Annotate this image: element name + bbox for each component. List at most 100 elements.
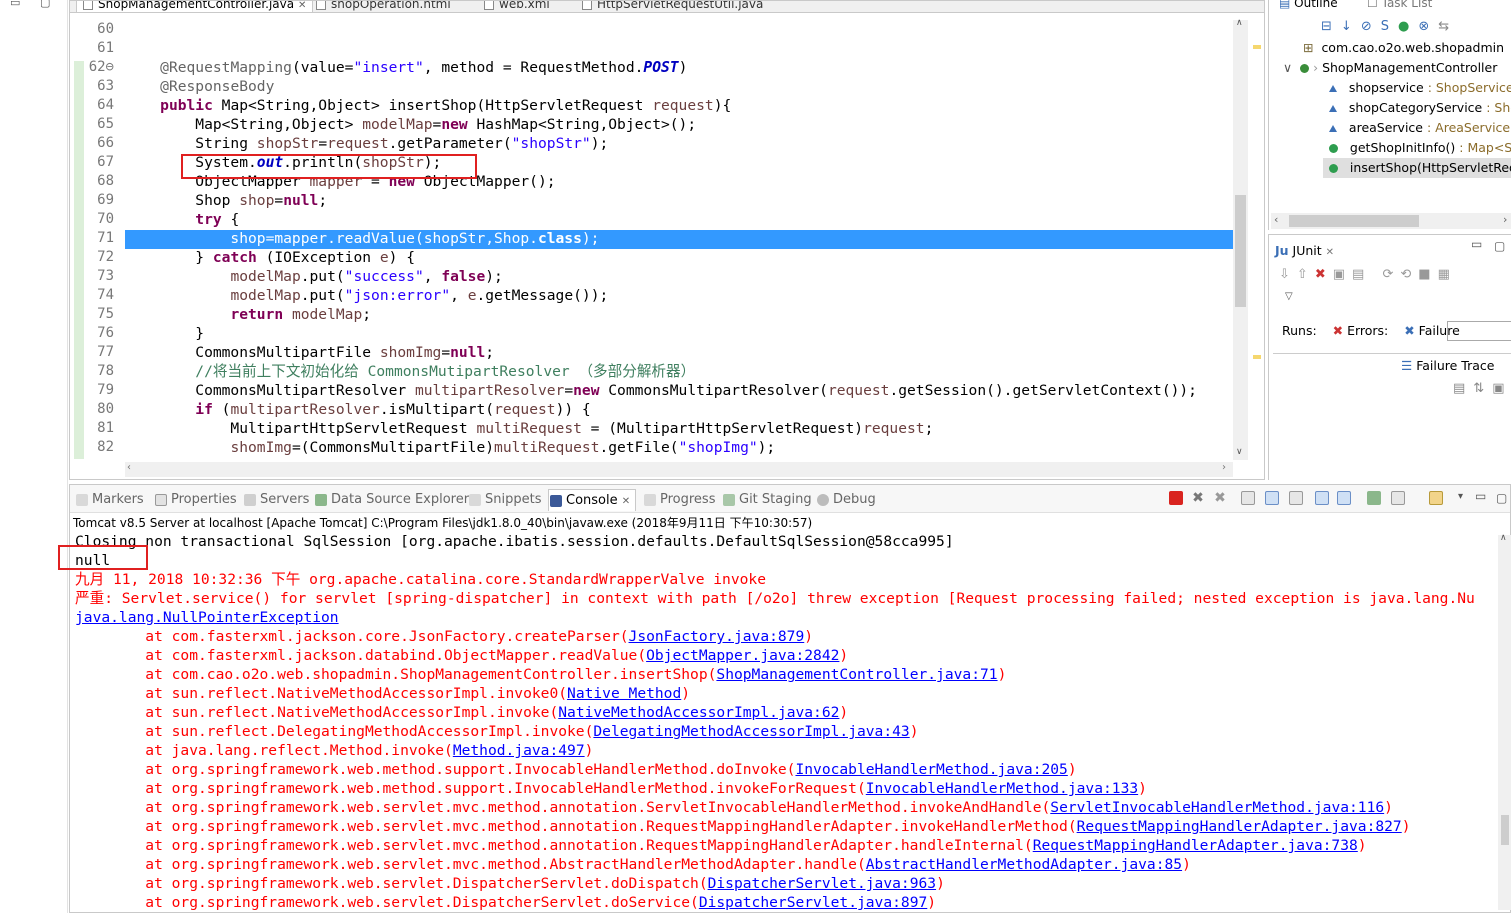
outline-item-field[interactable]: shopservice : ShopService [1329,78,1511,98]
code-line[interactable]: return modelMap; [125,305,371,324]
code-line[interactable]: CommonsMultipartFile shomImg=null; [125,343,494,362]
rerun-icon[interactable]: ⟳ [1382,267,1400,282]
collapse-all-icon[interactable]: ⊟ [1321,19,1341,34]
view-menu-icon[interactable]: ▽ [1285,291,1293,302]
close-icon[interactable]: ✕ [1326,247,1334,258]
minimize-icon[interactable]: ▭ [1475,489,1486,503]
scroll-thumb[interactable] [1501,815,1509,845]
tab-snippets[interactable]: Snippets [469,492,541,507]
source-link[interactable]: RequestMappingHandlerAdapter.java:827 [1077,818,1402,835]
tab-console[interactable]: Console ✕ [548,489,637,511]
link-editor-icon[interactable]: ⇆ [1438,19,1458,34]
code-line[interactable]: @RequestMapping(value="insert", method =… [125,58,687,77]
outline-item-method-selected[interactable]: insertShop(HttpServletRequ [1323,158,1511,178]
compare-icon[interactable]: ▤ [1453,381,1473,396]
scroll-lock-icon[interactable]: ▣ [1333,267,1352,282]
scroll-left-icon[interactable]: ‹ [1274,213,1278,226]
tab-junit[interactable]: Ju JUnit ✕ [1275,243,1334,258]
pin-console-icon[interactable] [1367,491,1381,505]
tab-shopmanagementcontroller[interactable]: ShopManagementController.java ✕ [76,1,314,12]
source-link[interactable]: RequestMappingHandlerAdapter.java:738 [1033,837,1358,854]
source-link[interactable]: InvocableHandlerMethod.java:133 [866,780,1138,797]
source-link[interactable]: DelegatingMethodAccessorImpl.java:43 [593,723,909,740]
tab-shopoperation-html[interactable]: shopOperation.html [316,1,451,12]
code-line[interactable]: @ResponseBody [125,77,274,96]
history-icon[interactable]: ▦ [1438,267,1457,282]
outline-horizontal-scrollbar[interactable]: ‹ › [1271,213,1511,229]
outline-class[interactable]: ∨ › ShopManagementController [1283,58,1497,78]
previous-failure-icon[interactable]: ⇧ [1297,267,1315,282]
java-editor[interactable]: ShopManagementController.java ✕ shopOper… [69,0,1265,480]
maximize-icon[interactable]: ▢ [1496,491,1507,505]
tab-httpservletrequestutil[interactable]: HttpServletRequestUtil.java [582,1,763,12]
rerun-failed-icon[interactable]: ⟲ [1400,267,1418,282]
code-line[interactable]: } [125,324,204,343]
source-link[interactable]: AbstractHandlerMethodAdapter.java:85 [866,856,1182,873]
scroll-up-icon[interactable]: ∧ [1236,18,1243,28]
outline-item-method[interactable]: getShopInitInfo() : Map<St [1329,138,1511,158]
show-on-stderr-icon[interactable] [1337,491,1351,505]
clear-console-icon[interactable] [1241,491,1255,505]
source-link[interactable]: DispatcherServlet.java:963 [708,875,936,892]
tab-data-source-explorer[interactable]: Data Source Explorer [315,492,469,507]
chevron-down-icon[interactable]: ∨ [1283,60,1292,75]
code-line[interactable]: public Map<String,Object> insertShop(Htt… [125,96,731,115]
maximize-icon[interactable]: ▢ [40,0,50,9]
tab-markers[interactable]: Markers [76,492,144,507]
close-icon[interactable]: ✕ [298,1,306,11]
outline-item-field[interactable]: areaService : AreaService [1329,118,1510,138]
minimize-icon[interactable]: ▭ [10,0,20,9]
tab-progress[interactable]: Progress [644,492,715,507]
scroll-down-icon[interactable]: ∨ [1236,447,1243,457]
scroll-right-icon[interactable]: › [1503,213,1507,226]
editor-horizontal-scrollbar[interactable]: ‹ › [125,462,1233,477]
code-line[interactable]: modelMap.put("success", false); [125,267,502,286]
console-vertical-scrollbar[interactable]: ∧ [1498,533,1511,910]
source-link[interactable]: Method.java:497 [453,742,585,759]
hide-local-types-icon[interactable]: ⊗ [1418,19,1438,34]
code-line[interactable]: String shopStr=request.getParameter("sho… [125,134,608,153]
hide-nonpublic-icon[interactable]: ● [1398,19,1418,34]
layout-icon[interactable]: ▤ [1352,267,1371,282]
outline-package[interactable]: ⊞ com.cao.o2o.web.shopadmin [1303,38,1504,58]
word-wrap-icon[interactable] [1289,491,1303,505]
outline-item-field[interactable]: shopCategoryService : Shop [1329,98,1511,118]
tab-properties[interactable]: Properties [155,492,237,507]
display-console-icon[interactable] [1391,491,1405,505]
code-line[interactable]: Shop shop=null; [125,191,327,210]
tab-web-xml[interactable]: web.xml [484,1,550,12]
editor-vertical-scrollbar[interactable]: ∧ ∨ [1233,18,1248,460]
code-line[interactable]: shop=mapper.readValue(shopStr,Shop.class… [125,229,599,248]
open-console-icon[interactable] [1429,491,1443,505]
source-link[interactable]: InvocableHandlerMethod.java:205 [795,761,1067,778]
code-line[interactable]: //将当前上下文初始化给 CommonsMutipartResolver （多部… [125,362,695,381]
filter-icon[interactable]: ⇅ [1473,381,1492,396]
tab-servers[interactable]: Servers [244,492,309,507]
source-link[interactable]: NativeMethodAccessorImpl.java:62 [558,704,839,721]
sort-icon[interactable]: ↓ [1341,19,1361,34]
maximize-icon[interactable]: ▢ [1494,239,1505,253]
minimize-icon[interactable]: ▭ [1471,237,1482,251]
next-failure-icon[interactable]: ⇩ [1279,267,1297,282]
tab-debug[interactable]: Debug [817,492,876,507]
code-line[interactable]: MultipartHttpServletRequest multiRequest… [125,419,933,438]
remove-launch-icon[interactable]: ✖ [1191,491,1205,505]
code-line[interactable]: shomImg=(CommonsMultipartFile)multiReque… [125,438,775,457]
tab-git-staging[interactable]: Git Staging [723,492,812,507]
source-link[interactable]: ServletInvocableHandlerMethod.java:116 [1050,799,1384,816]
tab-task-list[interactable]: ☐ Task List [1367,0,1432,10]
hide-static-icon[interactable]: S [1381,19,1398,34]
view-menu-icon[interactable]: ▾ [1458,491,1463,502]
scroll-right-icon[interactable]: › [1222,462,1226,473]
exception-link[interactable]: java.lang.NullPointerException [75,608,339,627]
source-link[interactable]: Native Method [567,685,681,702]
code-line[interactable]: } catch (IOException e) { [125,248,415,267]
source-link[interactable]: ObjectMapper.java:2842 [646,647,839,664]
source-link[interactable]: JsonFactory.java:879 [629,628,805,645]
hide-fields-icon[interactable]: ⊘ [1361,19,1381,34]
terminate-icon[interactable] [1169,491,1183,505]
source-link[interactable]: DispatcherServlet.java:897 [699,894,927,911]
scroll-thumb[interactable] [1289,215,1419,227]
code-line[interactable]: CommonsMultipartResolver multipartResolv… [125,381,1197,400]
scroll-thumb[interactable] [1235,195,1246,307]
